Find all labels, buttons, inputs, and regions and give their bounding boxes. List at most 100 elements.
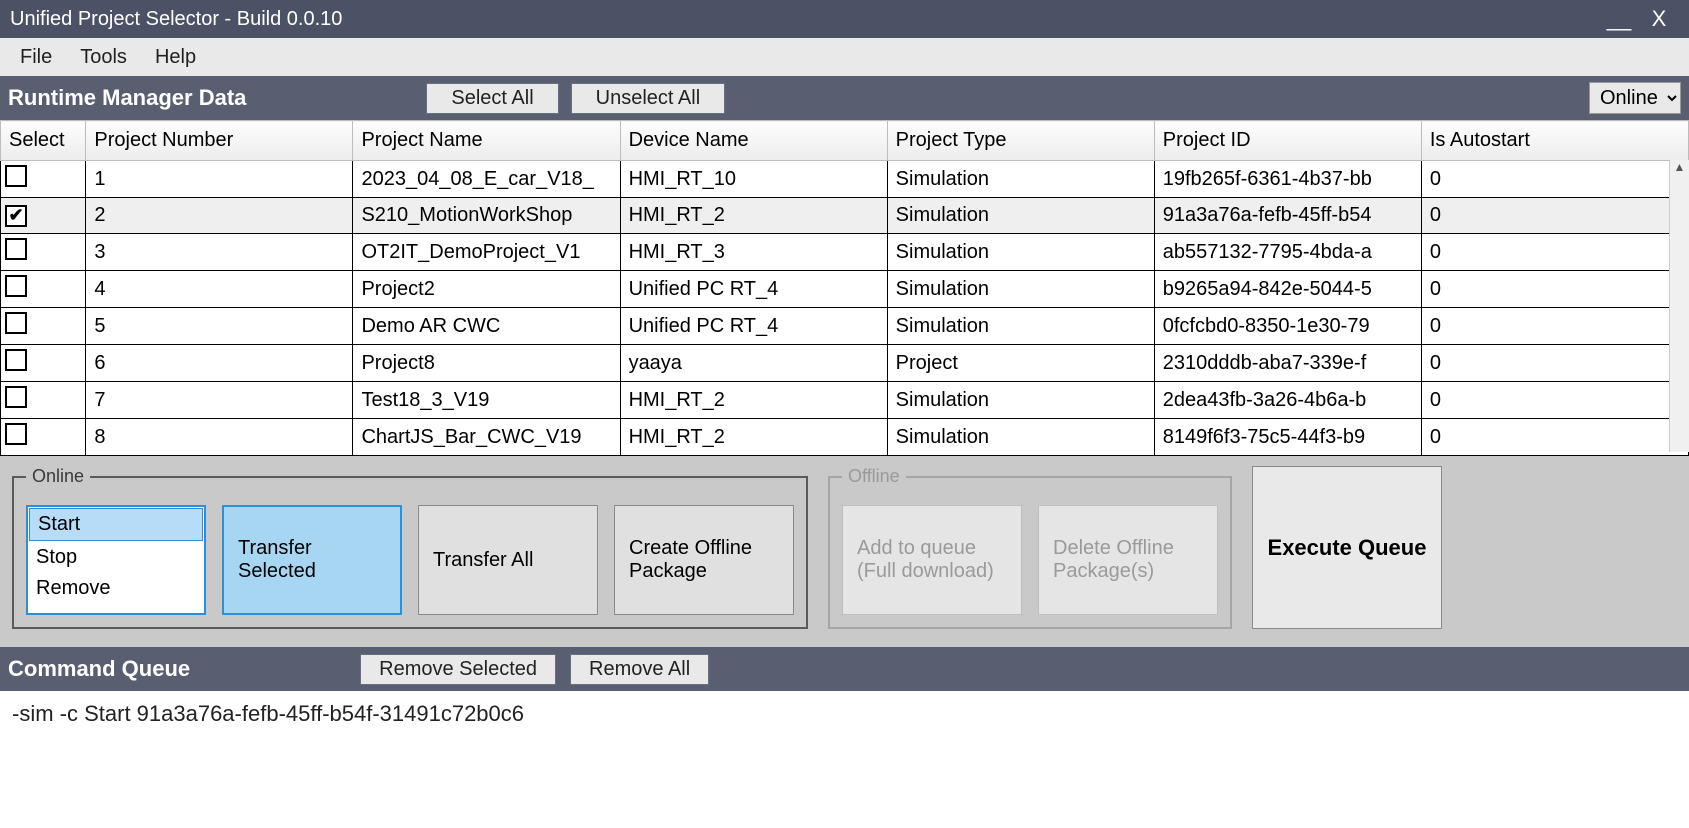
col-project-type[interactable]: Project Type — [887, 121, 1154, 161]
table-row[interactable]: 12023_04_08_E_car_V18_HMI_RT_10Simulatio… — [1, 161, 1689, 198]
col-select[interactable]: Select — [1, 121, 86, 161]
cell-device-name: HMI_RT_2 — [620, 419, 887, 456]
table-row[interactable]: 3OT2IT_DemoProject_V1HMI_RT_3Simulationa… — [1, 234, 1689, 271]
project-grid-wrap: Select Project Number Project Name Devic… — [0, 120, 1689, 452]
cell-project-type: Simulation — [887, 161, 1154, 198]
col-is-autostart[interactable]: Is Autostart — [1421, 121, 1688, 161]
cell-project-name: OT2IT_DemoProject_V1 — [353, 234, 620, 271]
listitem-stop[interactable]: Stop — [28, 542, 204, 573]
cell-project-number: 8 — [86, 419, 353, 456]
menu-file[interactable]: File — [6, 42, 66, 73]
cell-project-number: 1 — [86, 161, 353, 198]
select-all-button[interactable]: Select All — [426, 83, 558, 114]
listitem-remove[interactable]: Remove — [28, 573, 204, 604]
col-device-name[interactable]: Device Name — [620, 121, 887, 161]
cell-project-number: 5 — [86, 308, 353, 345]
cell-device-name: HMI_RT_2 — [620, 382, 887, 419]
remove-selected-button[interactable]: Remove Selected — [360, 654, 556, 685]
table-row[interactable]: ✔ 2S210_MotionWorkShopHMI_RT_2Simulation9… — [1, 198, 1689, 234]
cell-project-id: 91a3a76a-fefb-45ff-b54 — [1154, 198, 1421, 234]
cell-device-name: HMI_RT_3 — [620, 234, 887, 271]
cell-is-autostart: 0 — [1421, 382, 1688, 419]
cell-is-autostart: 0 — [1421, 419, 1688, 456]
menu-tools[interactable]: Tools — [66, 42, 141, 73]
cell-project-type: Simulation — [887, 234, 1154, 271]
row-select-cell[interactable] — [1, 234, 86, 271]
cell-is-autostart: 0 — [1421, 198, 1688, 234]
listitem-start[interactable]: Start — [29, 508, 203, 541]
online-legend: Online — [26, 466, 90, 487]
command-queue-title: Command Queue — [8, 656, 190, 682]
col-project-id[interactable]: Project ID — [1154, 121, 1421, 161]
menu-help[interactable]: Help — [141, 42, 210, 73]
add-to-queue-button: Add to queue (Full download) — [842, 505, 1022, 615]
minimize-icon[interactable]: __ — [1599, 6, 1639, 32]
cell-project-id: 2310dddb-aba7-339e-f — [1154, 345, 1421, 382]
cell-project-name: Test18_3_V19 — [353, 382, 620, 419]
offline-legend: Offline — [842, 466, 906, 487]
cell-project-number: 7 — [86, 382, 353, 419]
create-offline-button[interactable]: Create Offline Package — [614, 505, 794, 615]
table-row[interactable]: 5Demo AR CWCUnified PC RT_4Simulation0fc… — [1, 308, 1689, 345]
cell-project-type: Simulation — [887, 308, 1154, 345]
checkbox-icon[interactable] — [5, 238, 27, 260]
remove-all-button[interactable]: Remove All — [570, 654, 709, 685]
project-grid[interactable]: Select Project Number Project Name Devic… — [0, 120, 1689, 456]
cell-project-type: Project — [887, 345, 1154, 382]
row-select-cell[interactable] — [1, 161, 86, 198]
mode-select[interactable]: Online — [1589, 82, 1681, 114]
cell-is-autostart: 0 — [1421, 345, 1688, 382]
cell-device-name: HMI_RT_2 — [620, 198, 887, 234]
cell-project-id: 8149f6f3-75c5-44f3-b9 — [1154, 419, 1421, 456]
row-select-cell[interactable] — [1, 382, 86, 419]
checkbox-icon[interactable] — [5, 423, 27, 445]
cell-is-autostart: 0 — [1421, 161, 1688, 198]
titlebar: Unified Project Selector - Build 0.0.10 … — [0, 0, 1689, 38]
table-row[interactable]: 4Project2Unified PC RT_4Simulationb9265a… — [1, 271, 1689, 308]
row-select-cell[interactable] — [1, 419, 86, 456]
action-listbox[interactable]: Start Stop Remove — [26, 505, 206, 615]
unselect-all-button[interactable]: Unselect All — [571, 83, 726, 114]
cell-project-id: b9265a94-842e-5044-5 — [1154, 271, 1421, 308]
checkbox-icon[interactable]: ✔ — [5, 205, 27, 227]
command-queue-header: Command Queue Remove Selected Remove All — [0, 647, 1689, 691]
cell-is-autostart: 0 — [1421, 234, 1688, 271]
row-select-cell[interactable]: ✔ — [1, 198, 86, 234]
cell-project-name: S210_MotionWorkShop — [353, 198, 620, 234]
cell-project-name: Demo AR CWC — [353, 308, 620, 345]
checkbox-icon[interactable] — [5, 349, 27, 371]
queue-line[interactable]: -sim -c Start 91a3a76a-fefb-45ff-b54f-31… — [12, 701, 1677, 727]
cell-device-name: yaaya — [620, 345, 887, 382]
table-row[interactable]: 8ChartJS_Bar_CWC_V19HMI_RT_2Simulation81… — [1, 419, 1689, 456]
runtime-title: Runtime Manager Data — [8, 85, 246, 111]
row-select-cell[interactable] — [1, 308, 86, 345]
row-select-cell[interactable] — [1, 345, 86, 382]
cell-project-id: ab557132-7795-4bda-a — [1154, 234, 1421, 271]
delete-offline-button: Delete Offline Package(s) — [1038, 505, 1218, 615]
table-row[interactable]: 6Project8yaayaProject2310dddb-aba7-339e-… — [1, 345, 1689, 382]
cell-project-number: 2 — [86, 198, 353, 234]
col-project-number[interactable]: Project Number — [86, 121, 353, 161]
cell-device-name: HMI_RT_10 — [620, 161, 887, 198]
cell-device-name: Unified PC RT_4 — [620, 271, 887, 308]
checkbox-icon[interactable] — [5, 165, 27, 187]
execute-queue-button[interactable]: Execute Queue — [1252, 466, 1442, 629]
table-row[interactable]: 7Test18_3_V19HMI_RT_2Simulation2dea43fb-… — [1, 382, 1689, 419]
cell-project-type: Simulation — [887, 198, 1154, 234]
scroll-up-icon[interactable]: ▲ — [1670, 160, 1689, 180]
checkbox-icon[interactable] — [5, 312, 27, 334]
grid-scrollbar[interactable]: ▲ — [1669, 160, 1689, 452]
checkbox-icon[interactable] — [5, 275, 27, 297]
cell-project-name: Project8 — [353, 345, 620, 382]
close-icon[interactable]: X — [1639, 6, 1679, 32]
offline-group: Offline Add to queue (Full download) Del… — [828, 466, 1232, 629]
checkbox-icon[interactable] — [5, 386, 27, 408]
cell-project-number: 6 — [86, 345, 353, 382]
window-title: Unified Project Selector - Build 0.0.10 — [10, 8, 342, 31]
row-select-cell[interactable] — [1, 271, 86, 308]
col-project-name[interactable]: Project Name — [353, 121, 620, 161]
command-queue-list[interactable]: -sim -c Start 91a3a76a-fefb-45ff-b54f-31… — [0, 691, 1689, 737]
transfer-selected-button[interactable]: Transfer Selected — [222, 505, 402, 615]
transfer-all-button[interactable]: Transfer All — [418, 505, 598, 615]
cell-project-number: 3 — [86, 234, 353, 271]
